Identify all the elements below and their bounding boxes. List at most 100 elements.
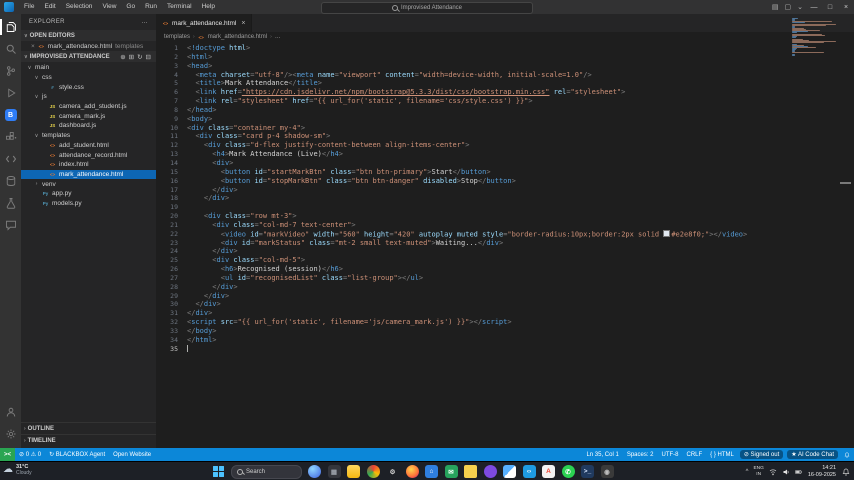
menu-help[interactable]: Help (197, 0, 220, 14)
status-remote-indicator[interactable]: >< (0, 448, 15, 461)
taskbar-icon-anydesk[interactable]: A (542, 465, 555, 478)
tree-item-style-css[interactable]: #style.css (21, 82, 156, 92)
status-indentation[interactable]: Spaces: 2 (623, 452, 658, 458)
vscode-logo-icon[interactable] (4, 2, 14, 12)
new-folder-icon[interactable]: ⊞ (129, 53, 134, 61)
menu-go[interactable]: Go (121, 0, 140, 14)
wifi-icon[interactable] (769, 463, 777, 480)
status-eol[interactable]: CRLF (683, 452, 707, 458)
tree-item-add_student-html[interactable]: <>add_student.html (21, 141, 156, 151)
volume-icon[interactable] (782, 463, 790, 480)
activity-search-icon[interactable] (0, 38, 21, 60)
minimap[interactable] (792, 18, 838, 57)
taskbar-icon-powershell[interactable]: >_ (581, 465, 594, 478)
clock-widget[interactable]: 14:2116-09-2025 (808, 465, 836, 478)
menu-edit[interactable]: Edit (39, 0, 60, 14)
activity-remote-explorer-icon[interactable] (0, 148, 21, 170)
activity-database-icon[interactable] (0, 170, 21, 192)
tree-item-main[interactable]: ∨main (21, 63, 156, 73)
activity-settings-icon[interactable] (0, 423, 21, 445)
chevron-down-icon[interactable]: ⌄ (794, 3, 806, 11)
taskbar-icon-file-explorer[interactable] (347, 465, 360, 478)
taskbar-icon-firefox[interactable] (406, 465, 419, 478)
taskbar-icon-microsoft-store[interactable]: ⌂ (425, 465, 438, 478)
activity-explorer-icon[interactable] (0, 16, 21, 38)
notifications-bell-icon[interactable] (840, 452, 854, 458)
tree-item-templates[interactable]: ∨templates (21, 131, 156, 141)
status-problems[interactable]: ⊘ 0 ⚠ 0 (15, 451, 45, 458)
breadcrumb-item[interactable]: … (275, 34, 281, 40)
maximize-button[interactable]: □ (822, 0, 838, 14)
section-outline[interactable]: ›OUTLINE (21, 422, 156, 434)
close-tab-icon[interactable]: × (241, 20, 245, 27)
scrollbar-thumb[interactable] (840, 182, 851, 184)
tree-item-app-py[interactable]: Pyapp.py (21, 189, 156, 199)
taskbar-icon-camera[interactable]: ◉ (601, 465, 614, 478)
taskbar-icon-photos[interactable] (503, 465, 516, 478)
notification-bell-icon[interactable] (841, 467, 850, 476)
refresh-icon[interactable]: ↻ (137, 53, 142, 61)
weather-widget[interactable]: ☁ 31°C Cloudy (3, 464, 32, 476)
status-blackbox-agent[interactable]: ↻ BLACKBOX Agent (45, 451, 109, 458)
tree-item-js[interactable]: ∨js (21, 92, 156, 102)
tree-item-index-html[interactable]: <>index.html (21, 160, 156, 170)
tree-item-venv[interactable]: ›venv (21, 179, 156, 189)
activity-chat-icon[interactable] (0, 214, 21, 236)
tree-item-css[interactable]: ∨css (21, 73, 156, 83)
tray-chevron-icon[interactable]: ^ (746, 469, 749, 475)
start-button[interactable] (212, 465, 225, 478)
open-editors-header[interactable]: ∨ OPEN EDITORS (21, 30, 156, 41)
minimize-button[interactable]: — (806, 0, 822, 14)
activity-account-icon[interactable] (0, 401, 21, 423)
tree-item-models-py[interactable]: Pymodels.py (21, 199, 156, 209)
activity-extensions-icon[interactable] (0, 126, 21, 148)
workspace-header[interactable]: ∨ IMPROVISED ATTENDANCE ⊕⊞↻⊟ (21, 51, 156, 62)
new-file-icon[interactable]: ⊕ (120, 53, 125, 61)
status-open-website[interactable]: Open Website (109, 452, 155, 458)
taskbar-icon-sticky-notes[interactable] (464, 465, 477, 478)
breadcrumb-item[interactable]: templates (164, 34, 190, 40)
tree-item-mark_attendance-html[interactable]: <>mark_attendance.html (21, 170, 156, 180)
taskbar-icon-whatsapp[interactable]: ✆ (562, 465, 575, 478)
taskbar-search[interactable]: Search (231, 465, 302, 479)
status-ai-code-chat[interactable]: ★ AI Code Chat (787, 450, 838, 459)
tree-item-attendance_record-html[interactable]: <>attendance_record.html (21, 150, 156, 160)
toggle-panel-icon[interactable]: ▤ (769, 3, 782, 11)
menu-terminal[interactable]: Terminal (162, 0, 197, 14)
activity-run-debug-icon[interactable] (0, 82, 21, 104)
close-button[interactable]: × (838, 0, 854, 14)
taskbar-icon-chrome[interactable] (367, 465, 380, 478)
tab-mark-attendance[interactable]: <> mark_attendance.html × (156, 14, 252, 32)
status-cursor-position[interactable]: Ln 35, Col 1 (582, 452, 622, 458)
taskbar-icon-copilot[interactable] (308, 465, 321, 478)
close-icon[interactable]: × (31, 43, 35, 50)
menu-view[interactable]: View (97, 0, 121, 14)
menu-run[interactable]: Run (140, 0, 162, 14)
activity-source-control-icon[interactable] (0, 60, 21, 82)
layout-icon[interactable]: ▢ (782, 3, 795, 11)
activity-blackbox-ai-icon[interactable]: B (0, 104, 21, 126)
status-signed-out[interactable]: ⊘ Signed out (740, 450, 783, 459)
language-indicator[interactable]: ENGIN (753, 466, 763, 477)
tree-item-dashboard-js[interactable]: JSdashboard.js (21, 121, 156, 131)
tree-item-camera_add_student-js[interactable]: JScamera_add_student.js (21, 102, 156, 112)
section-timeline[interactable]: ›TIMELINE (21, 434, 156, 446)
tree-item-camera_mark-js[interactable]: JScamera_mark.js (21, 111, 156, 121)
more-actions-icon[interactable]: … (142, 19, 148, 25)
code-area[interactable]: 1<!doctype html>2<html>3<head>4 <meta ch… (156, 44, 854, 448)
activity-testing-icon[interactable] (0, 192, 21, 214)
taskbar-icon-settings[interactable]: ⚙ (386, 465, 399, 478)
taskbar-icon-app-purple[interactable] (484, 465, 497, 478)
status-language-mode[interactable]: { } HTML (706, 452, 738, 458)
collapse-all-icon[interactable]: ⊟ (146, 53, 151, 61)
taskbar-icon-app-green[interactable]: ✉ (445, 465, 458, 478)
command-center-search[interactable]: Improvised Attendance (321, 2, 533, 14)
battery-icon[interactable] (795, 463, 803, 480)
menu-selection[interactable]: Selection (61, 0, 98, 14)
status-encoding[interactable]: UTF-8 (658, 452, 683, 458)
taskbar-icon-vscode[interactable]: ‹› (523, 465, 536, 478)
breadcrumb-item[interactable]: mark_attendance.html (208, 34, 267, 40)
open-editor-item[interactable]: × <> mark_attendance.html templates (21, 41, 156, 51)
taskbar-icon-app-grid[interactable]: ▦ (328, 465, 341, 478)
menu-file[interactable]: File (19, 0, 39, 14)
